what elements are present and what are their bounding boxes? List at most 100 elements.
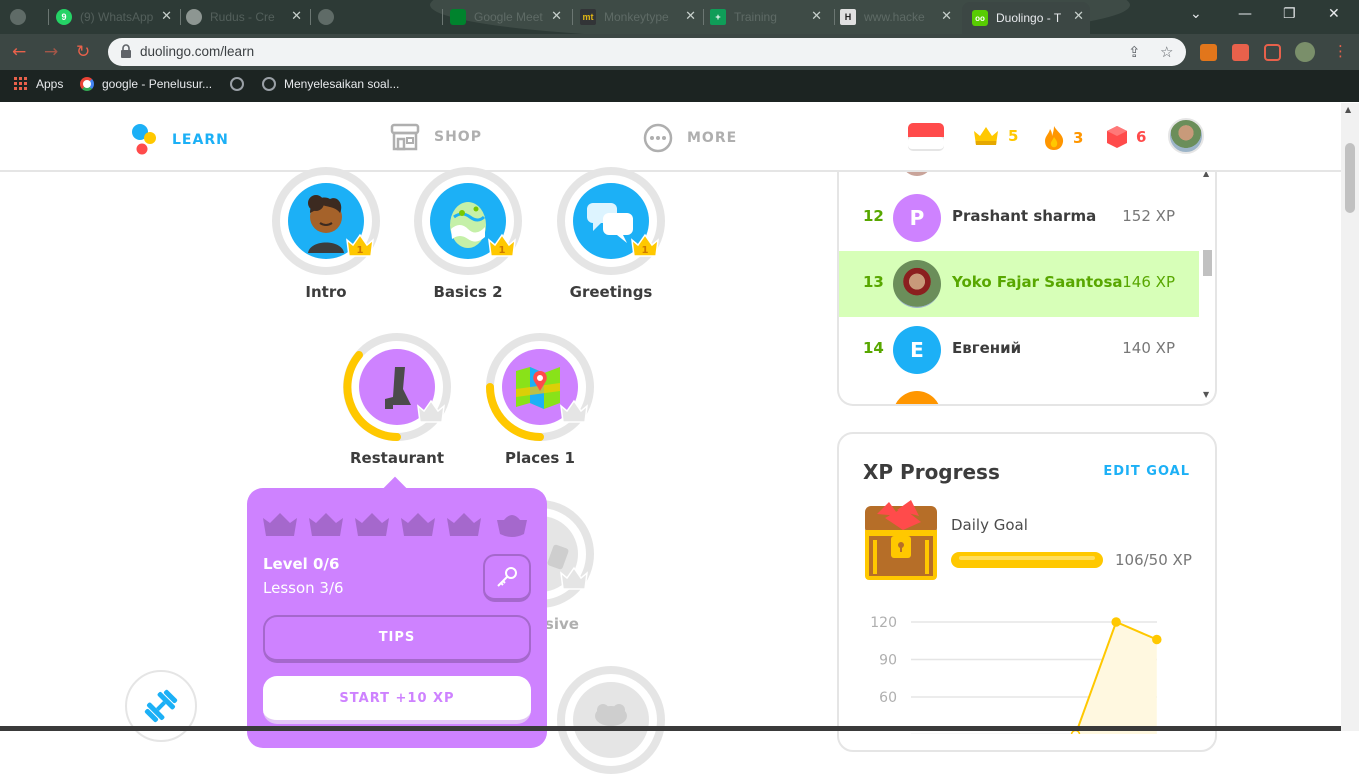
page-scrollbar[interactable]: ▲: [1341, 103, 1359, 731]
skill-restaurant[interactable]: [343, 333, 451, 441]
close-window-icon[interactable]: ✕: [1328, 6, 1340, 22]
scroll-thumb[interactable]: [1203, 250, 1212, 276]
bookmark-star-icon[interactable]: ☆: [1160, 43, 1173, 61]
google-meet-icon: [450, 9, 466, 25]
tab-search-icon[interactable]: ⌄: [1190, 6, 1202, 22]
leaderboard-row-current-user[interactable]: 13 Yoko Fajar Saantosa 146 XP: [839, 251, 1199, 317]
browser-tab-duolingo[interactable]: oo Duolingo - T ✕: [962, 2, 1090, 34]
crowns-counter[interactable]: 5: [972, 125, 1018, 147]
browser-tab-rudus[interactable]: Rudus - Cre ✕: [186, 4, 308, 30]
nav-more[interactable]: MORE: [643, 123, 737, 153]
crown-empty-badge-icon: [560, 566, 588, 590]
bookmark-google[interactable]: google - Penelusur...: [80, 77, 212, 91]
close-tab-icon[interactable]: ✕: [941, 8, 952, 24]
test-out-key-button[interactable]: [483, 554, 531, 602]
close-tab-icon[interactable]: ✕: [291, 8, 302, 24]
menu-kebab-icon[interactable]: ⋮: [1333, 42, 1348, 60]
xp-chart: 120 90 60: [870, 615, 1162, 735]
google-icon: [80, 77, 94, 91]
restore-icon[interactable]: ❐: [1283, 6, 1296, 22]
browser-tab[interactable]: [318, 4, 438, 30]
leaderboard-scrollbar[interactable]: ▲ ▼: [1199, 172, 1215, 404]
crown-icon: [974, 127, 998, 145]
crown-levels-row: [263, 513, 527, 537]
browser-tab-training[interactable]: + Training ✕: [710, 4, 828, 30]
bookmark-menyelesaikan[interactable]: Menyelesaikan soal...: [262, 77, 399, 91]
sidebar-icon[interactable]: [1264, 44, 1281, 61]
skill-places-1[interactable]: [486, 333, 594, 441]
avatar: [893, 260, 941, 308]
skill-label-places-1[interactable]: Places 1: [460, 449, 620, 467]
start-lesson-button[interactable]: START +10 XP: [263, 676, 531, 724]
leaderboard-row[interactable]: 12 P Prashant sharma 152 XP: [839, 185, 1199, 251]
edit-goal-button[interactable]: EDIT GOAL: [1103, 464, 1190, 479]
browser-tab-whatsapp[interactable]: 9 (9) WhatsApp ✕: [56, 4, 178, 30]
monkeytype-icon: mt: [580, 9, 596, 25]
dumbbell-icon: [144, 689, 178, 723]
user-avatar[interactable]: [1168, 118, 1204, 154]
daily-goal-value: 106/50 XP: [1115, 551, 1192, 569]
nav-learn[interactable]: LEARN: [130, 123, 229, 157]
practice-button[interactable]: [125, 670, 197, 742]
close-tab-icon[interactable]: ✕: [685, 8, 696, 24]
key-icon: [497, 567, 517, 587]
crown-level-badge-icon: 1: [631, 233, 659, 257]
skill-intro[interactable]: 1: [272, 167, 380, 275]
window-bottom-edge: [0, 726, 1341, 731]
globe-icon: [10, 9, 26, 25]
popup-lesson: Lesson 3/6: [263, 579, 344, 597]
browser-tab-bar: 9 (9) WhatsApp ✕ Rudus - Cre ✕ Google Me…: [0, 0, 1359, 34]
nav-shop[interactable]: SHOP: [390, 123, 482, 151]
data-point[interactable]: [1070, 729, 1081, 735]
hacker-icon: H: [840, 9, 856, 25]
close-tab-icon[interactable]: ✕: [161, 8, 172, 24]
forward-icon[interactable]: →: [44, 42, 58, 62]
address-bar[interactable]: duolingo.com/learn ⇪ ☆: [108, 38, 1186, 66]
skill-label-restaurant[interactable]: Restaurant: [317, 449, 477, 467]
scroll-thumb[interactable]: [1345, 143, 1355, 213]
skill-label-greetings[interactable]: Greetings: [531, 283, 691, 301]
browser-tab-monkeytype[interactable]: mt Monkeytype ✕: [580, 4, 702, 30]
skill-label-intro[interactable]: Intro: [246, 283, 406, 301]
indonesia-flag-icon[interactable]: [908, 123, 944, 151]
learn-icon: [132, 124, 156, 155]
crown-empty-badge-icon: [417, 399, 445, 423]
reload-icon[interactable]: ↻: [76, 42, 90, 62]
data-point[interactable]: [1152, 634, 1162, 645]
tips-button[interactable]: TIPS: [263, 615, 531, 663]
crown-level-icon: [447, 513, 481, 536]
trophy-level-icon: [497, 515, 527, 537]
daily-goal-progress-bar: [951, 552, 1103, 568]
skill-label-basics-2[interactable]: Basics 2: [388, 283, 548, 301]
popup-level: Level 0/6: [263, 555, 340, 573]
profile-avatar-icon[interactable]: [1295, 42, 1315, 62]
avatar-partial: [893, 391, 941, 404]
browser-tab-google-meet[interactable]: Google Meet ✕: [450, 4, 568, 30]
y-tick-label: 120: [870, 615, 897, 631]
minimize-icon[interactable]: —: [1238, 6, 1252, 22]
streak-counter[interactable]: 3: [1043, 125, 1083, 151]
close-tab-icon[interactable]: ✕: [551, 8, 562, 24]
data-point[interactable]: [1111, 617, 1121, 627]
bookmark-apps[interactable]: Apps: [14, 77, 63, 91]
leaderboard-list: 12 P Prashant sharma 152 XP 13 Yoko Faja…: [837, 172, 1217, 406]
gems-counter[interactable]: 6: [1106, 125, 1146, 149]
skill-locked[interactable]: [557, 666, 665, 774]
extensions-icon[interactable]: [1232, 44, 1249, 61]
skill-greetings[interactable]: 1: [557, 167, 665, 275]
daily-goal-label: Daily Goal: [951, 516, 1028, 534]
back-icon[interactable]: ←: [12, 42, 26, 62]
skill-basics-2[interactable]: 1: [414, 167, 522, 275]
locked-skill-icon: [573, 682, 649, 758]
bookmark-globe[interactable]: [230, 77, 244, 91]
close-tab-icon[interactable]: ✕: [811, 8, 822, 24]
lock-icon: [121, 44, 131, 58]
metamask-icon[interactable]: [1200, 44, 1217, 61]
leaderboard-row[interactable]: 14 E Евгений 140 XP: [839, 317, 1199, 383]
skill-popup: Level 0/6 Lesson 3/6 TIPS START +10 XP: [247, 476, 547, 748]
crown-level-badge-icon: 1: [346, 233, 374, 257]
browser-tab-hacker[interactable]: H www.hacke ✕: [840, 4, 958, 30]
close-tab-icon[interactable]: ✕: [1073, 8, 1084, 24]
share-icon[interactable]: ⇪: [1128, 43, 1141, 61]
browser-tab[interactable]: [10, 4, 48, 30]
